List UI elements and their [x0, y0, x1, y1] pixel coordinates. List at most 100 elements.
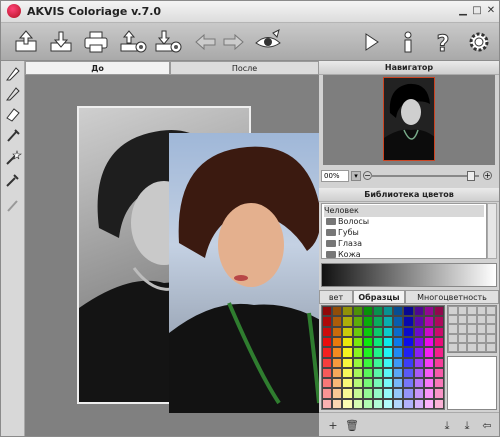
palette-swatch[interactable] [423, 347, 434, 358]
palette-swatch[interactable] [332, 388, 343, 399]
palette-swatch[interactable] [342, 398, 353, 409]
palette-swatch[interactable] [362, 388, 373, 399]
zoom-in-icon[interactable]: + [483, 171, 492, 180]
palette-swatch[interactable] [342, 367, 353, 379]
palette-swatch[interactable] [322, 347, 333, 358]
palette-swatch[interactable] [423, 367, 434, 379]
palette-swatch[interactable] [352, 336, 363, 348]
palette-swatch[interactable] [413, 367, 424, 379]
custom-color-slot[interactable] [448, 315, 458, 325]
navigator-preview[interactable] [323, 75, 495, 165]
navigator-thumbnail[interactable] [383, 77, 435, 161]
tab-samples[interactable]: Образцы [353, 290, 405, 304]
palette-swatch[interactable] [352, 388, 363, 399]
settings-icon[interactable] [464, 27, 494, 57]
palette-swatch[interactable] [433, 357, 444, 368]
palette-swatch[interactable] [342, 388, 353, 399]
palette-swatch[interactable] [372, 357, 383, 368]
palette-swatch[interactable] [362, 367, 373, 379]
palette-swatch[interactable] [332, 336, 343, 348]
custom-color-slot[interactable] [486, 333, 496, 343]
tab-multicolor[interactable]: Многоцветность [405, 290, 499, 304]
custom-color-slot[interactable] [448, 333, 458, 343]
palette-swatch[interactable] [372, 398, 383, 409]
custom-color-slot[interactable] [457, 315, 468, 325]
magic-tube-icon[interactable] [4, 127, 22, 145]
palette-swatch[interactable] [393, 347, 404, 358]
custom-color-slot[interactable] [448, 324, 458, 334]
zoom-dropdown-icon[interactable]: ▾ [351, 171, 361, 181]
palette-swatch[interactable] [433, 347, 444, 358]
palette-swatch[interactable] [352, 326, 363, 337]
palette-swatch[interactable] [372, 388, 383, 399]
palette-swatch[interactable] [372, 347, 383, 358]
palette-swatch[interactable] [362, 326, 373, 337]
palette-swatch[interactable] [393, 357, 404, 368]
palette-swatch[interactable] [433, 336, 444, 348]
custom-color-slot[interactable] [476, 306, 487, 316]
custom-color-slot[interactable] [467, 324, 477, 334]
palette-swatch[interactable] [372, 336, 383, 348]
add-color-icon[interactable]: + [327, 420, 339, 432]
palette-swatch[interactable] [342, 336, 353, 348]
magic-wand-icon[interactable] [4, 149, 22, 167]
eyedropper-icon[interactable] [4, 171, 22, 189]
load-palette-icon[interactable]: ⤓ [441, 420, 453, 432]
palette-swatch[interactable] [403, 326, 414, 337]
tree-item-skin[interactable]: Кожа [326, 249, 361, 258]
palette-swatch[interactable] [383, 316, 394, 327]
custom-colors-grid[interactable] [447, 305, 497, 353]
palette-swatch[interactable] [433, 306, 444, 317]
palette-swatch[interactable] [383, 388, 394, 399]
palette-swatch[interactable] [352, 367, 363, 379]
eraser-icon[interactable] [4, 105, 22, 123]
palette-swatch[interactable] [423, 378, 434, 389]
palette-swatch[interactable] [332, 326, 343, 337]
palette-swatch[interactable] [332, 367, 343, 379]
custom-color-slot[interactable] [476, 315, 487, 325]
palette-swatch[interactable] [413, 357, 424, 368]
palette-swatch[interactable] [403, 316, 414, 327]
palette-swatch[interactable] [372, 306, 383, 317]
palette-swatch[interactable] [383, 357, 394, 368]
custom-color-slot[interactable] [448, 342, 458, 352]
palette-swatch[interactable] [352, 398, 363, 409]
palette-swatch[interactable] [423, 316, 434, 327]
eye-preview-icon[interactable] [253, 27, 283, 57]
zoom-slider[interactable] [371, 171, 479, 181]
export-settings-icon[interactable] [118, 27, 148, 57]
palette-swatch[interactable] [322, 316, 333, 327]
zoom-slider-handle[interactable] [467, 171, 475, 181]
custom-color-slot[interactable] [457, 333, 468, 343]
save-palette-icon[interactable]: ⤓ [461, 420, 473, 432]
palette-swatch[interactable] [332, 378, 343, 389]
palette-swatch[interactable] [423, 326, 434, 337]
palette-swatch[interactable] [322, 357, 333, 368]
palette-swatch[interactable] [362, 316, 373, 327]
palette-swatch[interactable] [413, 378, 424, 389]
palette-swatch[interactable] [372, 378, 383, 389]
import-settings-icon[interactable] [153, 27, 183, 57]
color-palette-grid[interactable] [321, 305, 445, 410]
palette-swatch[interactable] [372, 326, 383, 337]
palette-swatch[interactable] [393, 378, 404, 389]
palette-swatch[interactable] [383, 398, 394, 409]
palette-swatch[interactable] [383, 367, 394, 379]
palette-swatch[interactable] [322, 378, 333, 389]
palette-swatch[interactable] [433, 388, 444, 399]
palette-swatch[interactable] [322, 306, 333, 317]
palette-swatch[interactable] [423, 306, 434, 317]
palette-swatch[interactable] [322, 398, 333, 409]
info-icon[interactable] [393, 27, 423, 57]
custom-color-slot[interactable] [486, 324, 496, 334]
palette-swatch[interactable] [322, 336, 333, 348]
palette-swatch[interactable] [332, 306, 343, 317]
delete-color-icon[interactable]: 🗑 [345, 420, 359, 432]
close-icon[interactable]: ✕ [485, 5, 497, 17]
palette-swatch[interactable] [383, 306, 394, 317]
custom-color-slot[interactable] [457, 342, 468, 352]
palette-swatch[interactable] [413, 347, 424, 358]
palette-swatch[interactable] [433, 378, 444, 389]
redo-icon[interactable] [218, 27, 248, 57]
palette-swatch[interactable] [342, 316, 353, 327]
